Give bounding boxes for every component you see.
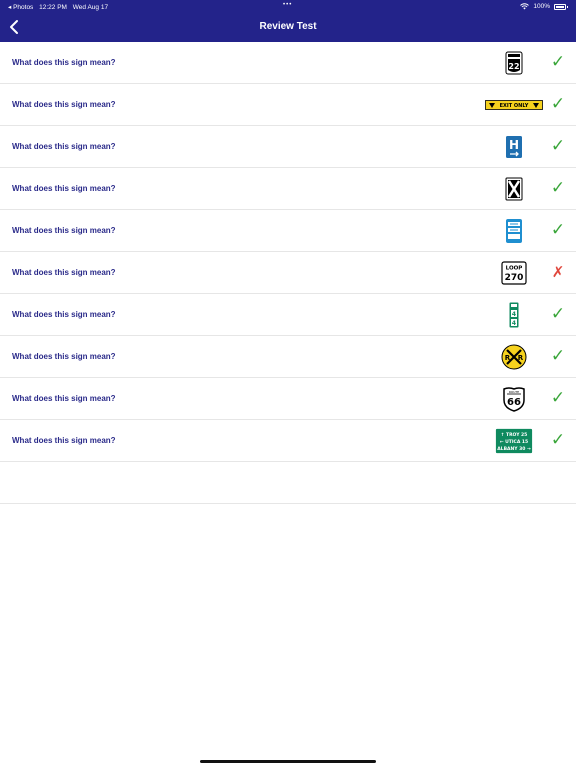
question-row[interactable]: What does this sign mean? H ✓ xyxy=(0,126,576,168)
question-text: What does this sign mean? xyxy=(12,268,116,277)
question-text: What does this sign mean? xyxy=(12,352,116,361)
correct-check-icon: ✓ xyxy=(550,346,566,366)
status-date: Wed Aug 17 xyxy=(72,4,109,11)
correct-check-icon: ✓ xyxy=(550,304,566,324)
incorrect-x-icon: ✗ xyxy=(551,263,565,281)
question-row[interactable]: What does this sign mean? 4 4 ✓ xyxy=(0,294,576,336)
question-row[interactable]: What does this sign mean? R R ✓ xyxy=(0,336,576,378)
blue-info-sign-icon xyxy=(504,210,524,252)
back-to-app-link[interactable]: ◂ Photos xyxy=(8,4,33,11)
svg-text:ROUTE: ROUTE xyxy=(509,390,519,394)
question-row[interactable]: What does this sign mean? LOOP 270 ✗ xyxy=(0,252,576,294)
correct-check-icon: ✓ xyxy=(550,430,566,450)
wifi-icon xyxy=(520,3,530,10)
correct-check-icon: ✓ xyxy=(550,178,566,198)
loop-label: LOOP xyxy=(506,266,523,272)
question-row[interactable]: What does this sign mean? EXIT ONLY ✓ xyxy=(0,84,576,126)
nav-bar: Review Test xyxy=(0,13,576,42)
loop-number: 270 xyxy=(505,273,524,283)
question-text: What does this sign mean? xyxy=(12,142,116,151)
svg-text:22: 22 xyxy=(508,62,519,71)
correct-check-icon: ✓ xyxy=(550,220,566,240)
railroad-r-right: R xyxy=(518,354,524,362)
question-text: What does this sign mean? xyxy=(12,100,116,109)
question-row[interactable]: What does this sign mean? ✓ xyxy=(0,210,576,252)
correct-check-icon: ✓ xyxy=(550,136,566,156)
question-text: What does this sign mean? xyxy=(12,394,116,403)
question-text: What does this sign mean? xyxy=(12,226,116,235)
exit-only-sign-icon: EXIT ONLY xyxy=(485,84,543,126)
correct-check-icon: ✓ xyxy=(550,94,566,114)
svg-text:4: 4 xyxy=(512,311,516,318)
battery-percent: 100% xyxy=(533,3,550,10)
multitask-dots[interactable]: ••• xyxy=(283,2,292,8)
status-time: 12:22 PM xyxy=(39,4,67,11)
crossbuck-x-sign-icon xyxy=(504,168,524,210)
battery-icon xyxy=(554,3,568,10)
hospital-sign-icon: H xyxy=(504,126,524,168)
correct-check-icon: ✓ xyxy=(550,52,566,72)
route-66-shield-icon: ROUTE 66 xyxy=(501,378,527,420)
question-list: What does this sign mean? 22 ✓ What does… xyxy=(0,42,576,504)
question-row[interactable]: What does this sign mean? ROUTE 66 ✓ xyxy=(0,378,576,420)
mile-marker-sign-icon: 4 4 xyxy=(508,294,520,336)
route-number: 66 xyxy=(507,397,521,408)
question-row[interactable]: What does this sign mean? 22 ✓ xyxy=(0,42,576,84)
exit-only-label: EXIT ONLY xyxy=(500,103,529,109)
railroad-r-left: R xyxy=(505,354,511,362)
destination-line-2: ← UTICA 15 xyxy=(500,439,528,445)
status-right: 100% xyxy=(520,3,568,10)
question-text: What does this sign mean? xyxy=(12,436,116,445)
destination-line-3: ALBANY 30 → xyxy=(497,446,531,452)
question-text: What does this sign mean? xyxy=(12,184,116,193)
status-bar: ◂ Photos 12:22 PM Wed Aug 17 ••• 100% xyxy=(0,0,576,13)
correct-check-icon: ✓ xyxy=(550,388,566,408)
svg-text:4: 4 xyxy=(512,320,516,327)
question-text: What does this sign mean? xyxy=(12,310,116,319)
destination-line-1: ↑ TROY 25 xyxy=(501,432,528,438)
hospital-h-label: H xyxy=(509,138,519,152)
question-text: What does this sign mean? xyxy=(12,58,116,67)
us-route-22-sign-icon: 22 xyxy=(504,42,524,84)
question-row[interactable]: What does this sign mean? ✓ xyxy=(0,168,576,210)
status-left: ◂ Photos 12:22 PM Wed Aug 17 xyxy=(8,3,112,11)
loop-270-sign-icon: LOOP 270 xyxy=(501,252,527,294)
question-row[interactable]: What does this sign mean? ↑ TROY 25 ← UT… xyxy=(0,420,576,462)
empty-row xyxy=(0,462,576,504)
destination-guide-sign-icon: ↑ TROY 25 ← UTICA 15 ALBANY 30 → xyxy=(495,420,533,462)
page-title: Review Test xyxy=(259,21,317,32)
railroad-crossing-sign-icon: R R xyxy=(501,336,527,378)
home-indicator[interactable] xyxy=(200,760,376,763)
